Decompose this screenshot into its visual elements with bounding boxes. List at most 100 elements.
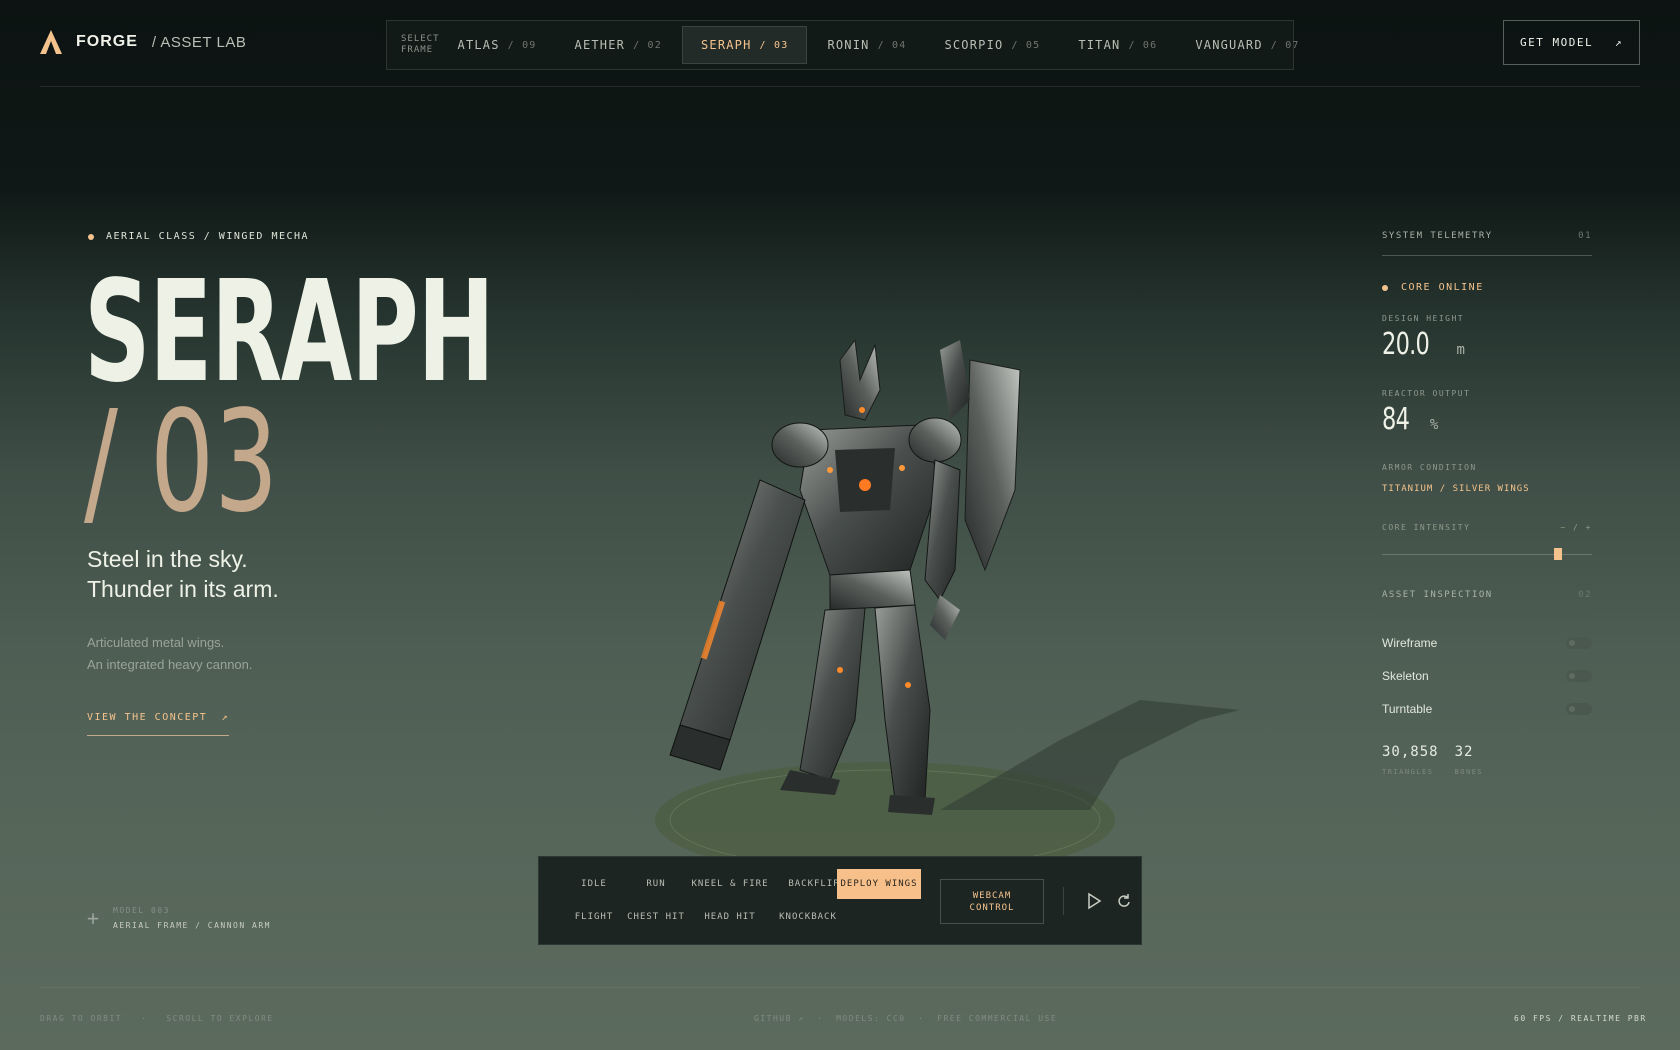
bones-value: 32 bbox=[1454, 744, 1474, 760]
toggle-row-wireframe: Wireframe bbox=[1382, 626, 1592, 659]
design-height-stat: DESIGN HEIGHT 20.0 m bbox=[1382, 314, 1592, 362]
frame-tab-name: AETHER bbox=[574, 38, 626, 52]
frame-tab-seraph[interactable]: SERAPH / 03 bbox=[681, 26, 808, 64]
class-tag-text: AERIAL CLASS / WINGED MECHA bbox=[106, 231, 310, 242]
toggle-label: Turntable bbox=[1382, 701, 1433, 716]
inspection-header: ASSET INSPECTION 02 bbox=[1382, 590, 1592, 615]
footer-fps: 60 FPS / REALTIME PBR bbox=[1514, 1014, 1647, 1023]
arrow-up-right-icon: ↗ bbox=[1614, 36, 1623, 49]
description: Articulated metal wings. An integrated h… bbox=[87, 632, 253, 676]
frame-tab-number: / 04 bbox=[877, 39, 907, 51]
core-intensity-label: CORE INTENSITY bbox=[1382, 523, 1471, 532]
reactor-output-unit: % bbox=[1429, 417, 1439, 433]
skeleton-toggle[interactable] bbox=[1566, 669, 1592, 682]
mesh-stats: 30,858 TRIANGLES 32 BONES bbox=[1382, 744, 1592, 776]
webcam-control-button[interactable]: WEBCAM CONTROL bbox=[940, 879, 1044, 924]
view-concept-link[interactable]: VIEW THE CONCEPT ↗ bbox=[87, 712, 229, 736]
brand-subtitle: / ASSET LAB bbox=[151, 33, 247, 51]
armor-condition-stat: ARMOR CONDITION TITANIUM / SILVER WINGS bbox=[1382, 463, 1592, 494]
model-name: SERAPH bbox=[84, 251, 495, 414]
reactor-output-label: REACTOR OUTPUT bbox=[1382, 389, 1471, 398]
design-height-label: DESIGN HEIGHT bbox=[1382, 314, 1465, 323]
core-status: CORE ONLINE bbox=[1382, 282, 1484, 293]
anim-kneel-fire-button[interactable]: KNEEL & FIRE bbox=[691, 869, 769, 899]
model-note: + MODEL 003 AERIAL FRAME / CANNON ARM bbox=[87, 906, 271, 930]
telemetry-title: SYSTEM TELEMETRY bbox=[1382, 231, 1493, 241]
get-model-button[interactable]: GET MODEL ↗ bbox=[1503, 20, 1640, 65]
core-status-text: CORE ONLINE bbox=[1401, 282, 1484, 293]
frame-tab-name: VANGUARD bbox=[1195, 38, 1263, 52]
slider-handle[interactable] bbox=[1554, 548, 1563, 560]
footer-links[interactable]: GITHUB ↗ · MODELS: CC0 · FREE COMMERCIAL… bbox=[754, 1014, 1057, 1023]
frame-tab-number: / 03 bbox=[759, 39, 789, 51]
design-height-unit: m bbox=[1456, 342, 1465, 358]
anim-run-button[interactable]: RUN bbox=[621, 869, 691, 899]
arrow-up-right-icon: ↗ bbox=[221, 712, 229, 723]
tagline: Steel in the sky. Thunder in its arm. bbox=[87, 544, 279, 604]
plus-icon: + bbox=[87, 906, 100, 930]
anim-flight-button[interactable]: FLIGHT bbox=[559, 902, 629, 932]
toggle-row-skeleton: Skeleton bbox=[1382, 659, 1592, 692]
telemetry-index: 01 bbox=[1578, 231, 1592, 241]
footer-divider bbox=[40, 987, 1640, 988]
status-dot-icon bbox=[88, 233, 94, 240]
view-concept-label: VIEW THE CONCEPT bbox=[87, 712, 208, 723]
turntable-toggle[interactable] bbox=[1566, 702, 1592, 715]
core-intensity-slider[interactable] bbox=[1382, 548, 1592, 560]
frame-tab-name: SCORPIO bbox=[944, 38, 1004, 52]
animation-controls: WEBCAM CONTROL IDLE RUN KNEEL & FIRE BACKFL… bbox=[538, 856, 1142, 945]
anim-head-hit-button[interactable]: HEAD HIT bbox=[691, 902, 769, 932]
frame-tab-number: / 07 bbox=[1270, 39, 1300, 51]
tagline-line-2: Thunder in its arm. bbox=[87, 576, 279, 602]
mech-3d-viewport[interactable] bbox=[640, 340, 1260, 860]
footer-hints: DRAG TO ORBIT · SCROLL TO EXPLORE bbox=[40, 1014, 274, 1023]
core-intensity-control: CORE INTENSITY − / + bbox=[1382, 523, 1592, 560]
forge-logo-icon bbox=[40, 30, 62, 54]
toggle-label: Skeleton bbox=[1382, 668, 1429, 683]
controls-divider bbox=[1063, 887, 1064, 915]
status-dot-icon bbox=[1382, 284, 1388, 291]
header-divider bbox=[40, 86, 1640, 87]
description-line-1: Articulated metal wings. bbox=[87, 635, 225, 650]
frame-tab-atlas[interactable]: ATLAS / 09 bbox=[440, 26, 555, 64]
frame-tab-name: ATLAS bbox=[457, 38, 500, 52]
anim-idle-button[interactable]: IDLE bbox=[559, 869, 629, 899]
tagline-line-1: Steel in the sky. bbox=[87, 546, 248, 572]
frame-selector: SELECT FRAME ATLAS / 09 AETHER / 02 SERAPH / 0… bbox=[386, 20, 1298, 70]
get-model-label: GET MODEL bbox=[1520, 36, 1594, 49]
frame-tab-number: / 02 bbox=[633, 39, 662, 51]
model-note-line-1: MODEL 003 bbox=[113, 906, 170, 915]
frame-tab-aether[interactable]: AETHER / 02 bbox=[557, 26, 680, 64]
triangles-label: TRIANGLES bbox=[1382, 768, 1434, 776]
reset-icon[interactable] bbox=[1114, 891, 1134, 911]
anim-deploy-wings-button[interactable]: DEPLOY WINGS bbox=[837, 869, 921, 899]
toggle-label: Wireframe bbox=[1382, 635, 1438, 650]
frame-selector-label: SELECT FRAME bbox=[401, 34, 440, 55]
inspection-title: ASSET INSPECTION bbox=[1382, 590, 1493, 600]
armor-condition-value: TITANIUM / SILVER WINGS bbox=[1382, 484, 1530, 494]
frame-tab-name: SERAPH bbox=[700, 38, 752, 52]
anim-knockback-button[interactable]: KNOCKBACK bbox=[769, 902, 847, 932]
frame-tab-vanguard[interactable]: VANGUARD / 07 bbox=[1177, 26, 1317, 64]
frame-tab-number: / 06 bbox=[1128, 39, 1158, 51]
frame-tab-ronin[interactable]: RONIN / 04 bbox=[809, 26, 924, 64]
frame-tab-name: TITAN bbox=[1078, 38, 1121, 52]
telemetry-header: SYSTEM TELEMETRY 01 bbox=[1382, 231, 1592, 256]
reactor-output-stat: REACTOR OUTPUT 84 % bbox=[1382, 389, 1592, 437]
frame-tab-titan[interactable]: TITAN / 06 bbox=[1060, 26, 1175, 64]
triangles-value: 30,858 bbox=[1382, 744, 1439, 760]
model-note-line-2: AERIAL FRAME / CANNON ARM bbox=[113, 921, 271, 930]
core-intensity-stepper[interactable]: − / + bbox=[1560, 523, 1592, 532]
mech-shadow bbox=[940, 700, 1240, 810]
anim-chest-hit-button[interactable]: CHEST HIT bbox=[621, 902, 691, 932]
wing-shape bbox=[964, 359, 1021, 572]
class-tag: AERIAL CLASS / WINGED MECHA bbox=[88, 231, 309, 242]
wireframe-toggle[interactable] bbox=[1566, 636, 1592, 649]
brand[interactable]: FORGE / ASSET LAB bbox=[40, 30, 246, 54]
frame-tab-scorpio[interactable]: SCORPIO / 05 bbox=[926, 26, 1058, 64]
frame-tab-number: / 09 bbox=[507, 39, 537, 51]
frame-tab-number: / 05 bbox=[1011, 39, 1041, 51]
inspection-toggles: Wireframe Skeleton Turntable bbox=[1382, 626, 1592, 725]
play-icon[interactable] bbox=[1084, 891, 1104, 911]
armor-condition-label: ARMOR CONDITION bbox=[1382, 463, 1477, 472]
